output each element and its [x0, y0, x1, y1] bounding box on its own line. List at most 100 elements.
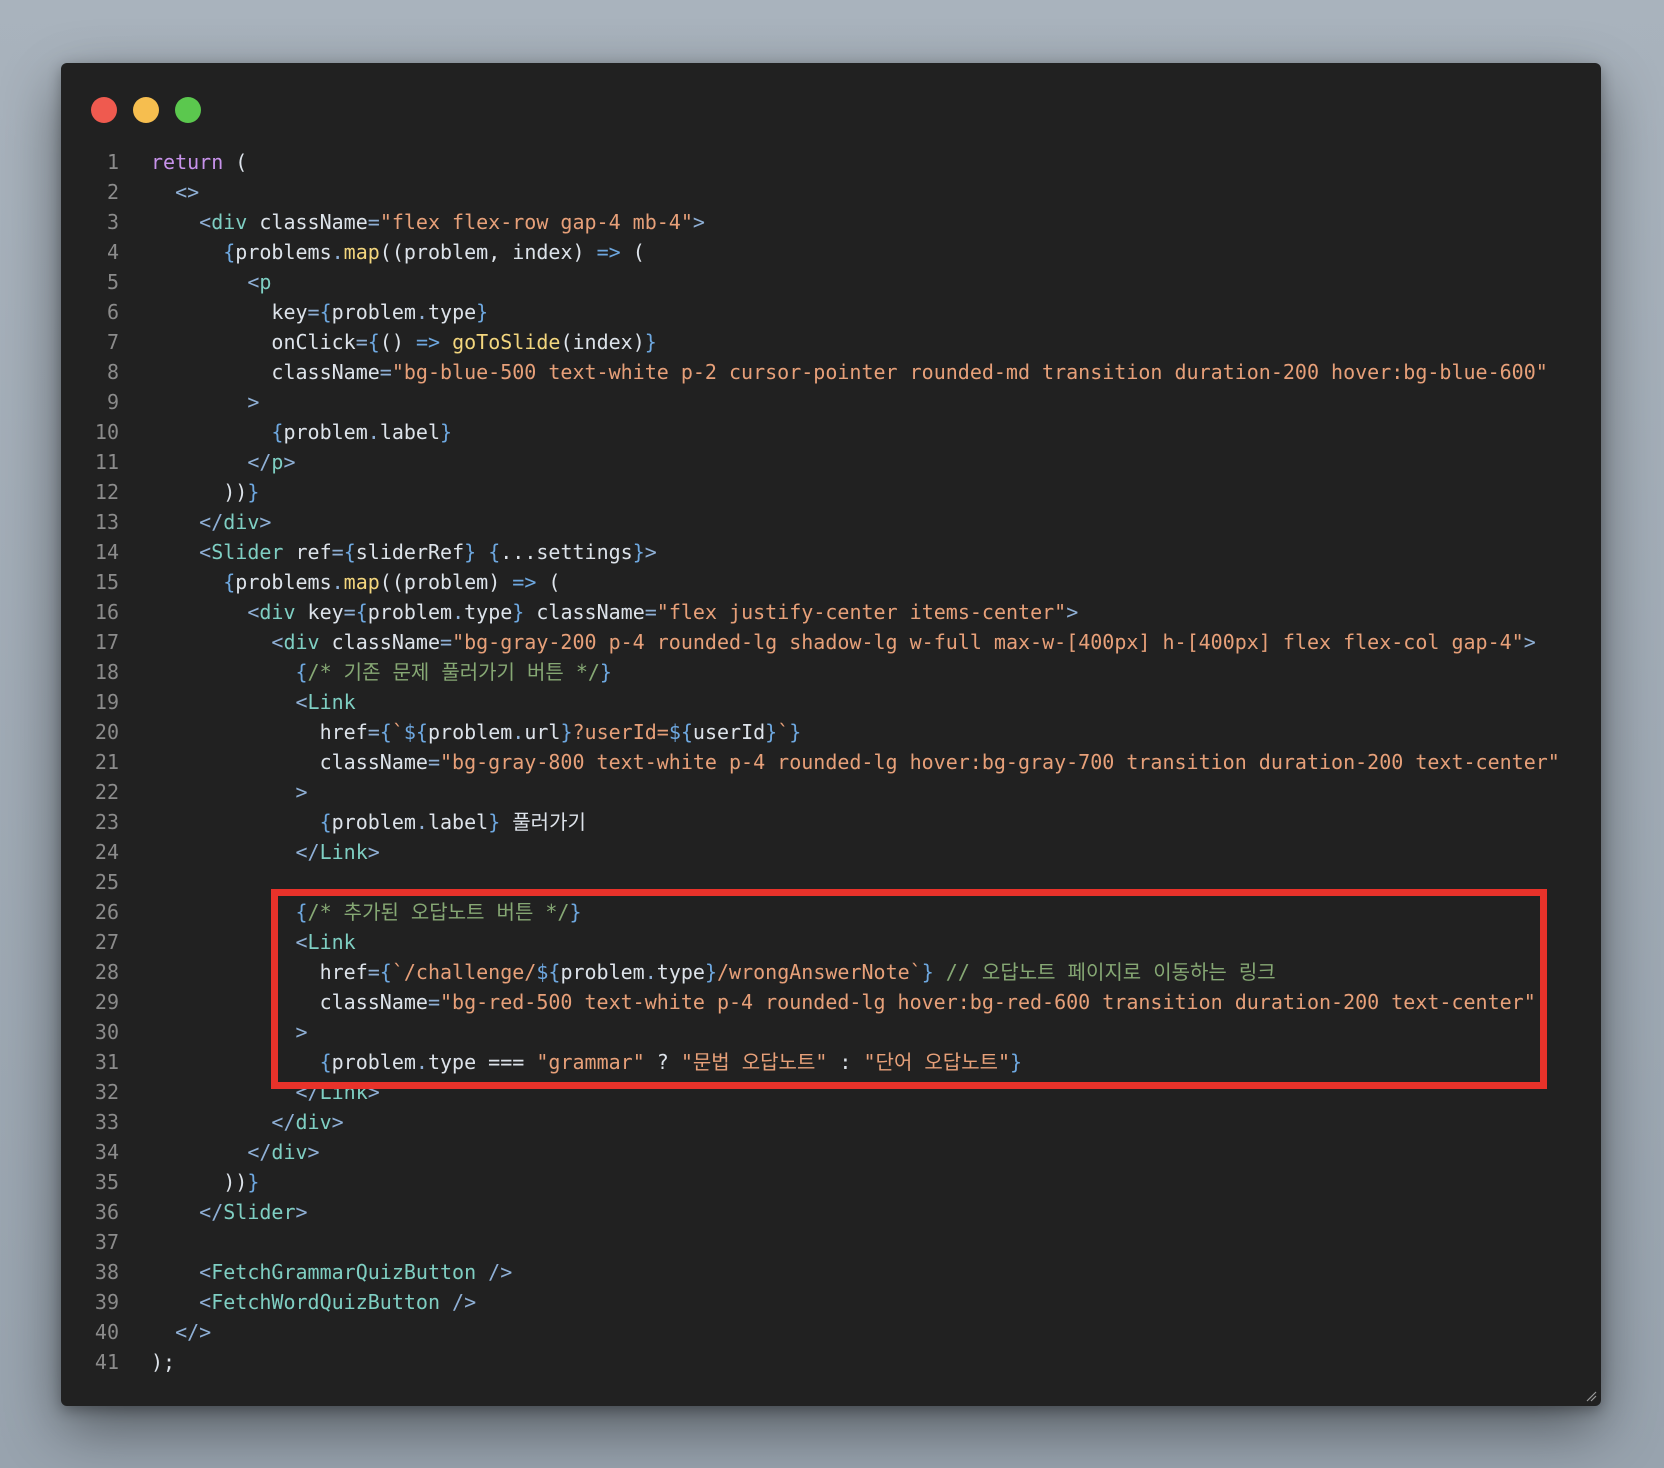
line-number: 32 [94, 1080, 119, 1104]
code-token: ( [223, 150, 248, 174]
code-line: 38 <FetchGrammarQuizButton /> [61, 1257, 1601, 1287]
code-token: => [512, 570, 537, 594]
code-token: </ [271, 1110, 296, 1134]
code-token: div [259, 600, 296, 624]
code-line: 33 </div> [61, 1107, 1601, 1137]
code-token: className [271, 360, 380, 384]
code-token: { [379, 720, 392, 744]
code-line: 16 <div key={problem.type} className="fl… [61, 597, 1601, 627]
code-token: (( [379, 570, 404, 594]
maximize-button[interactable] [175, 97, 201, 123]
code-token: sliderRef [355, 540, 465, 564]
line-number: 21 [94, 750, 119, 774]
code-text: key={problem.type} [151, 297, 488, 327]
code-token: < [199, 1290, 212, 1314]
code-token: ? [644, 1050, 681, 1074]
code-token: href [319, 960, 368, 984]
code-text: </p> [151, 447, 295, 477]
code-text: className="bg-blue-500 text-white p-2 cu… [151, 357, 1547, 387]
code-token: } [488, 810, 501, 834]
code-token: { [223, 240, 236, 264]
code-line: 27 <Link [61, 927, 1601, 957]
code-token: // 오답노트 페이지로 이동하는 링크 [933, 960, 1276, 984]
code-token: return [151, 150, 224, 174]
line-number: 16 [94, 600, 119, 624]
line-number: 4 [106, 240, 119, 264]
code-token: } [704, 960, 717, 984]
code-token: Link [319, 840, 368, 864]
code-text: <Link [151, 927, 356, 957]
code-token: className [319, 750, 428, 774]
code-text: {problem.label} 풀러가기 [151, 807, 586, 837]
code-token: FetchGrammarQuizButton [211, 1260, 477, 1284]
code-token: type [427, 1050, 477, 1074]
code-token: ${ [668, 720, 693, 744]
line-number: 14 [94, 540, 119, 564]
code-text: <div key={problem.type} className="flex … [151, 597, 1078, 627]
code-token: < [271, 630, 284, 654]
code-text: ))} [151, 477, 259, 507]
line-number: 20 [94, 720, 119, 744]
code-token: problem [331, 300, 416, 324]
line-number: 22 [94, 780, 119, 804]
resize-handle-icon[interactable] [1585, 1390, 1597, 1402]
code-line: 11 </p> [61, 447, 1601, 477]
line-number: 29 [94, 990, 119, 1014]
code-token: (( [379, 240, 404, 264]
code-text: <> [151, 177, 199, 207]
code-line: 20 href={`${problem.url}?userId=${userId… [61, 717, 1601, 747]
code-line: 29 className="bg-red-500 text-white p-4 … [61, 987, 1601, 1017]
code-text: {problem.label} [151, 417, 452, 447]
code-token: className [524, 600, 645, 624]
code-line: 41); [61, 1347, 1601, 1377]
code-token: problem [283, 420, 368, 444]
code-token: problem [367, 600, 453, 624]
code-token: { [271, 420, 284, 444]
code-token: FetchWordQuizButton [211, 1290, 440, 1314]
line-number: 41 [94, 1350, 119, 1374]
code-token: label [427, 810, 489, 834]
code-token: () [379, 330, 416, 354]
code-text: > [151, 1017, 308, 1047]
code-token: label [379, 420, 441, 444]
code-token: div [211, 210, 248, 234]
code-text: href={`/challenge/${problem.type}/wrongA… [151, 957, 1276, 987]
code-token: problems [235, 570, 332, 594]
line-number: 17 [94, 630, 119, 654]
line-number: 2 [106, 180, 119, 204]
code-token: p [271, 450, 284, 474]
code-token: Link [307, 930, 356, 954]
close-button[interactable] [91, 97, 117, 123]
code-token: } [599, 660, 612, 684]
code-token: ${ [536, 960, 561, 984]
code-line: 4 {problems.map((problem, index) => ( [61, 237, 1601, 267]
code-token: => [596, 240, 621, 264]
code-token: problem [331, 810, 416, 834]
minimize-button[interactable] [133, 97, 159, 123]
code-token: } [512, 600, 525, 624]
code-token: onClick [271, 330, 356, 354]
code-token: . [415, 810, 428, 834]
code-line: 36 </Slider> [61, 1197, 1601, 1227]
code-line: 34 </div> [61, 1137, 1601, 1167]
code-token: > [367, 840, 380, 864]
line-number: 3 [106, 210, 119, 234]
line-number: 12 [94, 480, 119, 504]
code-text: return ( [151, 147, 247, 177]
code-token: ` [777, 720, 790, 744]
code-token: } [765, 720, 778, 744]
line-number: 7 [106, 330, 119, 354]
code-text: {/* 기존 문제 풀러가기 버튼 */} [151, 657, 612, 687]
